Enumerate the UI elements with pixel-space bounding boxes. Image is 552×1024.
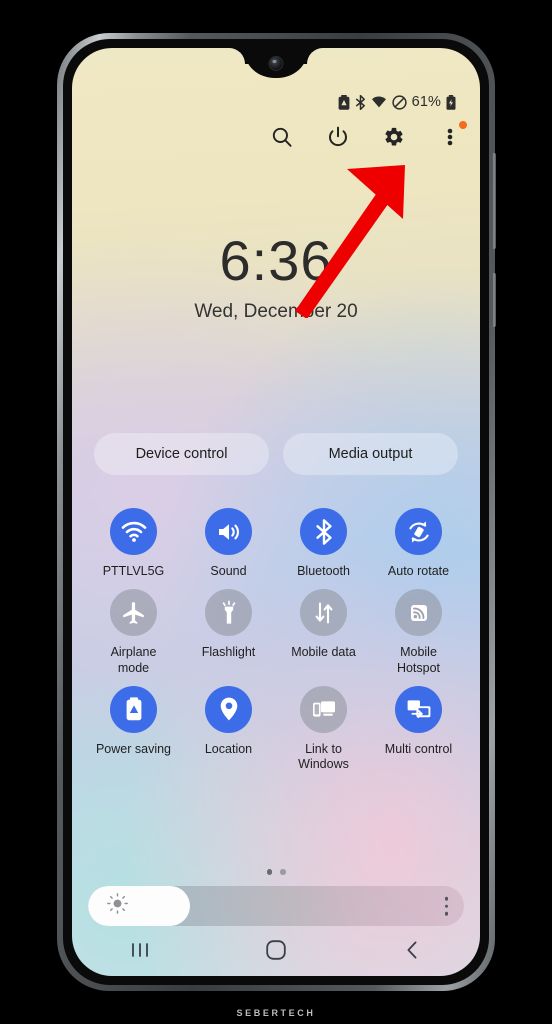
quick-settings-grid: PTTLVL5G Sound Bluetooth Auto rotate Air… (86, 498, 466, 772)
toggle-power-saving[interactable]: Power saving (86, 676, 181, 773)
toggle-label: Sound (210, 564, 247, 578)
phone-frame: 61% 6:36 Wed, December 20 Device control… (57, 33, 496, 1018)
clock-date: Wed, December 20 (194, 301, 358, 322)
wifi-icon (371, 95, 387, 109)
toggle-link-to-windows[interactable]: Link to Windows (276, 676, 371, 773)
toggle-location[interactable]: Location (181, 676, 276, 773)
back-button[interactable] (384, 930, 440, 970)
toggle-mobile-hotspot[interactable]: Mobile Hotspot (371, 579, 466, 676)
toggle-flashlight[interactable]: Flashlight (181, 579, 276, 676)
brightness-slider-fill (88, 886, 190, 926)
volume-rocker-button[interactable] (492, 153, 496, 249)
recents-button[interactable] (112, 930, 168, 970)
overflow-menu-icon[interactable] (437, 121, 467, 150)
toggle-label: Location (204, 741, 253, 756)
hotspot-icon (395, 589, 442, 637)
battery-icon (446, 94, 456, 110)
wifi-icon (110, 508, 157, 555)
volume-icon (205, 508, 252, 555)
quick-panel-action-bar (269, 121, 467, 150)
toggle-mobile-data[interactable]: Mobile data (276, 579, 371, 676)
link-to-windows-icon (300, 685, 347, 733)
toggle-wifi[interactable]: PTTLVL5G (86, 498, 181, 579)
location-pin-icon (205, 685, 252, 733)
toggle-sound[interactable]: Sound (181, 498, 276, 579)
battery-saver-icon (338, 94, 350, 110)
home-button[interactable] (248, 930, 304, 970)
toggle-label: PTTLVL5G (102, 564, 165, 578)
toggle-multi-control[interactable]: Multi control (371, 676, 466, 773)
battery-percent-label: 61% (411, 94, 441, 110)
bluetooth-icon (355, 94, 366, 110)
toggle-bluetooth[interactable]: Bluetooth (276, 498, 371, 579)
toggle-auto-rotate[interactable]: Auto rotate (371, 498, 466, 579)
device-control-button[interactable]: Device control (94, 433, 269, 475)
media-output-button[interactable]: Media output (283, 433, 458, 475)
airplane-icon (110, 589, 157, 637)
mobile-data-icon (300, 589, 347, 637)
power-icon[interactable] (325, 124, 351, 150)
phone-bezel: 61% 6:36 Wed, December 20 Device control… (63, 39, 489, 985)
brightness-slider[interactable] (88, 886, 464, 926)
clock-widget: 6:36 Wed, December 20 (72, 233, 480, 323)
phone-screen: 61% 6:36 Wed, December 20 Device control… (72, 48, 480, 976)
brightness-overflow-menu-icon[interactable] (444, 896, 448, 916)
do-not-disturb-icon (392, 94, 407, 110)
page-indicator (72, 869, 480, 875)
bluetooth-icon (300, 508, 347, 555)
front-camera-icon (269, 57, 283, 70)
toggle-label: Power saving (95, 741, 172, 756)
toggle-row: Airplane mode Flashlight Mobile data Mob… (86, 579, 466, 676)
status-bar: 61% (338, 94, 456, 110)
toggle-label: Bluetooth (297, 564, 350, 578)
toggle-label: Link to Windows (298, 741, 349, 771)
auto-rotate-icon (395, 508, 442, 555)
toggle-label: Flashlight (201, 645, 256, 660)
settings-gear-icon[interactable] (381, 124, 407, 150)
notification-badge-dot (459, 121, 467, 129)
navigation-bar (72, 924, 480, 976)
brightness-sun-icon (106, 892, 129, 920)
toggle-row: Power saving Location Link to Windows Mu… (86, 676, 466, 773)
toggle-label: Auto rotate (387, 564, 450, 578)
multi-control-icon (395, 685, 442, 733)
panel-pill-row: Device control Media output (94, 433, 458, 475)
flashlight-icon (205, 589, 252, 637)
waterdrop-notch (245, 48, 307, 78)
clock-time: 6:36 (219, 229, 333, 292)
toggle-label: Multi control (384, 741, 453, 756)
search-icon[interactable] (269, 124, 295, 150)
page-dot-inactive[interactable] (280, 869, 286, 875)
page-dot-active[interactable] (266, 869, 272, 875)
brand-watermark: SEBERTECH (236, 1008, 316, 1018)
notch-area (72, 48, 480, 94)
toggle-label: Mobile data (291, 645, 356, 660)
power-saving-icon (110, 685, 157, 733)
toggle-row: PTTLVL5G Sound Bluetooth Auto rotate (86, 498, 466, 579)
toggle-label: Airplane mode (110, 645, 157, 675)
power-hardware-button[interactable] (492, 273, 496, 327)
toggle-airplane-mode[interactable]: Airplane mode (86, 579, 181, 676)
toggle-label: Mobile Hotspot (396, 645, 441, 675)
